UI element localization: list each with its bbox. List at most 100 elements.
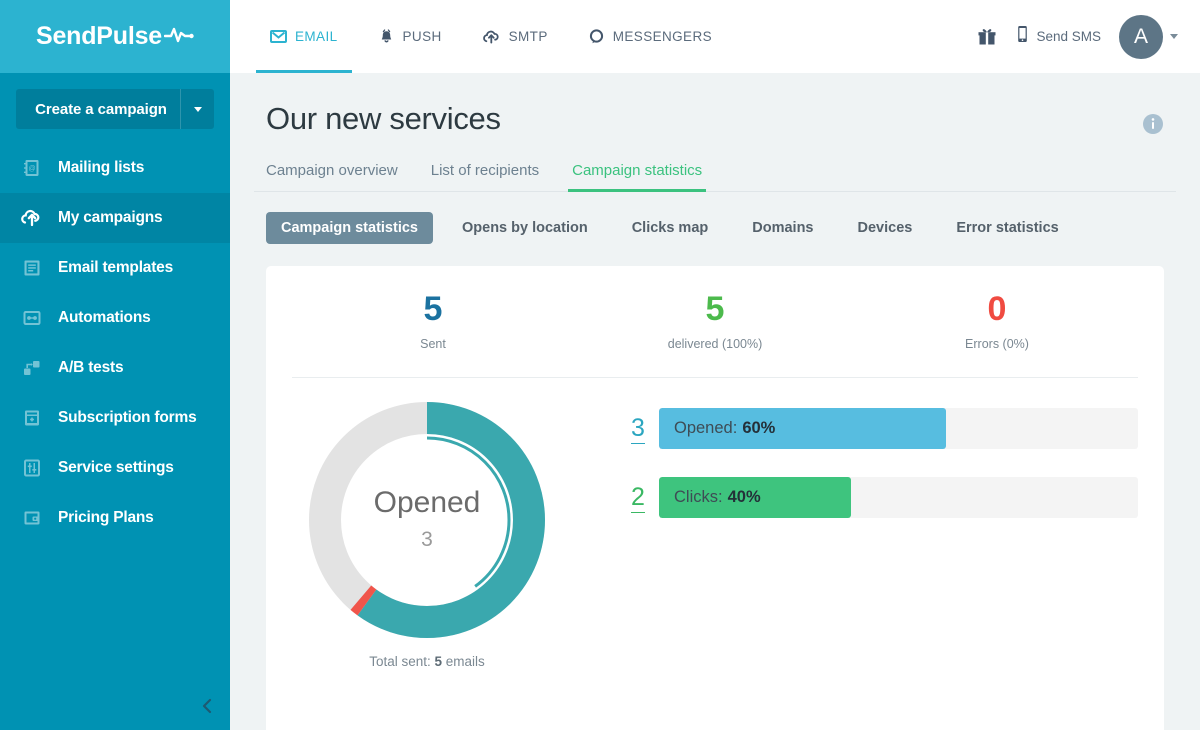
sidebar-item-mailing-lists[interactable]: @ Mailing lists <box>0 143 230 193</box>
donut-svg <box>307 400 547 640</box>
send-sms-label: Send SMS <box>1036 29 1101 44</box>
clicks-count-link[interactable]: 2 <box>617 483 659 512</box>
subtab-label: Clicks map <box>632 220 709 236</box>
tab-messengers-label: MESSENGERS <box>613 29 712 44</box>
create-campaign-label: Create a campaign <box>16 101 180 118</box>
sidebar-collapse-button[interactable] <box>0 686 230 730</box>
chevron-down-icon <box>1170 34 1178 39</box>
avatar: A <box>1119 15 1163 59</box>
sidebar-item-service-settings[interactable]: Service settings <box>0 443 230 493</box>
opened-bar-track[interactable]: Opened: 60% <box>659 408 1138 449</box>
stat-label: Errors (0%) <box>856 337 1138 351</box>
chat-bubble-icon <box>588 28 605 45</box>
create-campaign-dropdown[interactable] <box>180 89 214 129</box>
opened-count-link[interactable]: 3 <box>617 414 659 443</box>
tab-campaign-overview[interactable]: Campaign overview <box>266 162 398 191</box>
form-icon <box>20 406 44 430</box>
content: Our new services Campaign overview List … <box>230 73 1200 730</box>
sidebar-item-label: Pricing Plans <box>58 509 154 527</box>
sidebar-item-ab-tests[interactable]: A/B tests <box>0 343 230 393</box>
bar-row-clicks: 2 Clicks: 40% <box>617 477 1138 518</box>
subtab-label: Opens by location <box>462 220 588 236</box>
bar-row-opened: 3 Opened: 60% <box>617 408 1138 449</box>
wallet-icon <box>20 506 44 530</box>
opened-donut-chart[interactable]: Opened 3 <box>307 400 547 640</box>
tab-label: Campaign overview <box>266 162 398 179</box>
sliders-icon <box>20 456 44 480</box>
chart-row: Opened 3 Total sent: 5 emails <box>292 378 1138 669</box>
stat-label: delivered (100%) <box>574 337 856 351</box>
sidebar-item-label: Subscription forms <box>58 409 197 427</box>
topbar: EMAIL PUSH SMTP <box>230 0 1200 73</box>
tab-email-label: EMAIL <box>295 29 338 44</box>
stat-value: 0 <box>856 292 1138 328</box>
ab-test-icon <box>20 356 44 380</box>
gift-icon[interactable] <box>976 26 998 48</box>
page-title: Our new services <box>266 101 501 137</box>
clicks-bar-label: Clicks: <box>674 488 723 507</box>
sidebar-item-my-campaigns[interactable]: My campaigns <box>0 193 230 243</box>
subtab-devices[interactable]: Devices <box>843 212 928 244</box>
create-campaign-button[interactable]: Create a campaign <box>16 89 214 129</box>
sidebar-item-label: Email templates <box>58 259 173 277</box>
subtab-domains[interactable]: Domains <box>737 212 828 244</box>
pulse-icon <box>164 25 194 48</box>
subtab-label: Error statistics <box>956 220 1058 236</box>
tab-push[interactable]: PUSH <box>364 0 456 73</box>
main-area: EMAIL PUSH SMTP <box>230 0 1200 730</box>
stat-value: 5 <box>292 292 574 328</box>
stat-delivered: 5 delivered (100%) <box>574 292 856 351</box>
automation-flow-icon <box>20 306 44 330</box>
stat-label: Sent <box>292 337 574 351</box>
envelope-icon <box>270 28 287 45</box>
opened-bar-label: Opened: <box>674 419 737 438</box>
mobile-phone-icon <box>1016 25 1029 48</box>
donut-chart-column: Opened 3 Total sent: 5 emails <box>292 400 562 669</box>
chevron-left-icon <box>200 697 214 720</box>
cloud-upload-icon <box>482 28 501 45</box>
upload-cloud-icon <box>20 206 44 230</box>
total-sent-suffix: emails <box>446 654 485 669</box>
user-menu[interactable]: A <box>1119 15 1178 59</box>
tab-smtp[interactable]: SMTP <box>468 0 562 73</box>
tab-email[interactable]: EMAIL <box>256 0 352 73</box>
sidebar-item-email-templates[interactable]: Email templates <box>0 243 230 293</box>
clicks-count: 2 <box>631 483 645 513</box>
statistics-card: 5 Sent 5 delivered (100%) 0 Errors (0%) <box>266 266 1164 730</box>
stat-value: 5 <box>574 292 856 328</box>
total-sent-value: 5 <box>435 654 443 669</box>
template-icon <box>20 256 44 280</box>
bell-icon <box>378 28 395 45</box>
clicks-bar-percent: 40% <box>728 488 761 507</box>
tab-messengers[interactable]: MESSENGERS <box>574 0 726 73</box>
brand-name: SendPulse <box>36 22 162 51</box>
svg-text:@: @ <box>28 166 35 173</box>
page-header: Our new services <box>254 73 1176 140</box>
tab-push-label: PUSH <box>403 29 442 44</box>
clicks-bar-text: Clicks: 40% <box>674 477 761 518</box>
summary-stats: 5 Sent 5 delivered (100%) 0 Errors (0%) <box>292 292 1138 378</box>
subtab-opens-by-location[interactable]: Opens by location <box>447 212 603 244</box>
tab-campaign-statistics[interactable]: Campaign statistics <box>572 162 702 191</box>
total-sent-caption: Total sent: 5 emails <box>369 654 485 669</box>
brand-logo[interactable]: SendPulse <box>0 0 230 73</box>
metrics-bars: 3 Opened: 60% <box>562 400 1138 669</box>
sidebar-nav: @ Mailing lists My campaigns Email templ… <box>0 143 230 543</box>
info-circle-icon[interactable] <box>1142 113 1164 140</box>
subtab-error-statistics[interactable]: Error statistics <box>941 212 1073 244</box>
campaign-tabs: Campaign overview List of recipients Cam… <box>254 140 1176 192</box>
sidebar-item-automations[interactable]: Automations <box>0 293 230 343</box>
create-campaign-wrap: Create a campaign <box>0 73 230 129</box>
send-sms-button[interactable]: Send SMS <box>1016 25 1101 48</box>
opened-count: 3 <box>631 414 645 444</box>
sidebar: SendPulse Create a campaign @ <box>0 0 230 730</box>
subtab-clicks-map[interactable]: Clicks map <box>617 212 724 244</box>
sidebar-item-subscription-forms[interactable]: Subscription forms <box>0 393 230 443</box>
sidebar-item-pricing-plans[interactable]: Pricing Plans <box>0 493 230 543</box>
sidebar-item-label: Automations <box>58 309 151 327</box>
clicks-bar-track[interactable]: Clicks: 40% <box>659 477 1138 518</box>
tab-list-of-recipients[interactable]: List of recipients <box>431 162 539 191</box>
subtab-label: Devices <box>858 220 913 236</box>
tab-smtp-label: SMTP <box>509 29 548 44</box>
subtab-campaign-statistics[interactable]: Campaign statistics <box>266 212 433 244</box>
